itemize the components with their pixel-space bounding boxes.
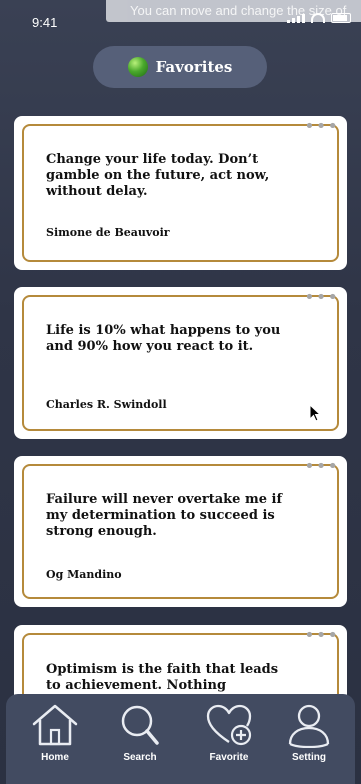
signal-icon xyxy=(287,14,305,23)
tab-favorite-label: Favorite xyxy=(209,752,249,763)
quote-card[interactable]: ••• Life is 10% what happens to you and … xyxy=(14,287,347,439)
quote-author: Charles R. Swindoll xyxy=(46,398,167,411)
more-options-icon[interactable]: ••• xyxy=(304,289,339,307)
wifi-icon xyxy=(311,13,325,23)
tab-bar: Home Search Favorite Setting xyxy=(6,694,355,784)
home-icon xyxy=(32,704,78,746)
status-time: 9:41 xyxy=(32,15,58,30)
tab-favorite[interactable]: Favorite xyxy=(194,702,264,763)
status-bar: 9:41 You can move and change the size of xyxy=(0,0,361,44)
tab-search[interactable]: Search xyxy=(105,702,175,763)
system-icons xyxy=(287,13,351,23)
page-title: Favorites xyxy=(155,58,233,76)
mouse-cursor-icon xyxy=(309,404,321,422)
heart-plus-icon xyxy=(206,704,252,746)
quote-card[interactable]: ••• Change your life today. Don’t gamble… xyxy=(14,116,347,270)
user-icon xyxy=(288,704,330,748)
quote-text: Failure will never overtake me if my det… xyxy=(46,492,283,539)
tab-home[interactable]: Home xyxy=(20,702,90,763)
tab-setting-label: Setting xyxy=(292,752,326,763)
battery-icon xyxy=(331,13,351,23)
tab-search-label: Search xyxy=(123,752,157,763)
more-options-icon[interactable]: ••• xyxy=(304,627,339,645)
more-options-icon[interactable]: ••• xyxy=(304,118,339,136)
favorites-header-button[interactable]: Favorites xyxy=(93,46,267,88)
quote-text: Life is 10% what happens to you and 90% … xyxy=(46,323,281,354)
search-icon xyxy=(121,705,159,745)
quote-card[interactable]: ••• Failure will never overtake me if my… xyxy=(14,456,347,607)
green-ball-icon xyxy=(127,57,148,77)
quote-author: Og Mandino xyxy=(46,568,122,581)
quote-author: Simone de Beauvoir xyxy=(46,226,170,239)
quote-text: Optimism is the faith that leads to achi… xyxy=(46,662,279,693)
quote-text: Change your life today. Don’t gamble on … xyxy=(46,152,270,199)
tab-setting[interactable]: Setting xyxy=(274,702,344,763)
more-options-icon[interactable]: ••• xyxy=(304,458,339,476)
tab-home-label: Home xyxy=(41,752,69,763)
